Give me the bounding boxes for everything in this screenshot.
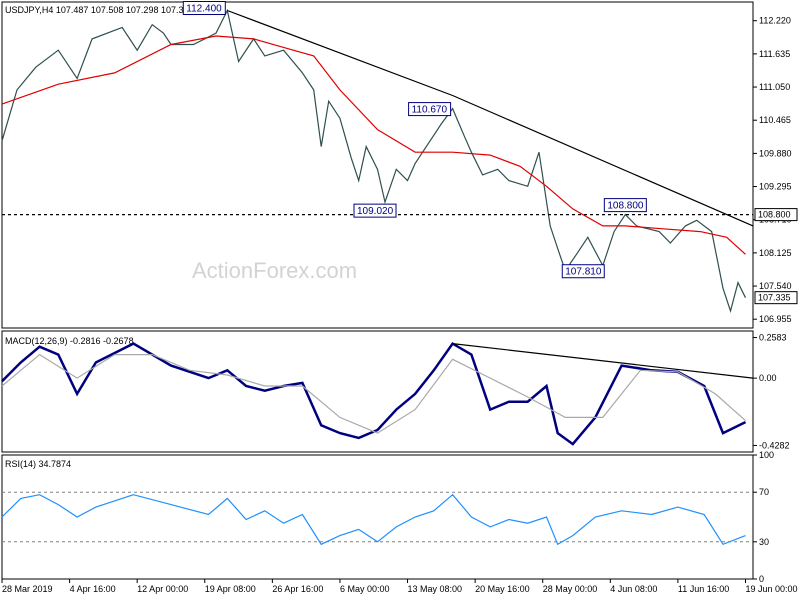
x-tick-label: 28 Mar 2019 [2, 584, 53, 594]
y-tick-label: 111.050 [759, 82, 790, 92]
price-value-tag: 107.335 [754, 291, 798, 305]
price-annotation: 110.670 [408, 102, 452, 117]
x-tick-label: 6 May 00:00 [340, 584, 390, 594]
x-tick-label: 13 May 08:00 [408, 584, 463, 594]
annotation-label: 109.020 [357, 206, 394, 217]
y-tick-label: 30 [759, 537, 769, 547]
x-tick-label: 19 Jun 00:00 [745, 584, 797, 594]
y-tick-label: 112.220 [759, 16, 791, 26]
rsi-panel-title: RSI(14) 34.7874 [5, 459, 71, 469]
price-value-tag: 108.800 [754, 208, 798, 222]
price-annotation: 108.800 [603, 198, 647, 213]
price-tag-label: 107.335 [758, 293, 791, 303]
chart-background [0, 0, 800, 600]
x-tick-label: 4 Jun 08:00 [610, 584, 657, 594]
y-tick-label: 100 [759, 450, 774, 460]
price-panel-title: USDJPY,H4 107.487 107.508 107.298 107.33… [5, 5, 194, 15]
annotation-label: 107.810 [565, 267, 602, 278]
y-tick-label: 106.955 [759, 314, 792, 324]
y-tick-label: 110.465 [759, 115, 791, 125]
x-tick-label: 28 May 00:00 [543, 584, 598, 594]
price-annotation: 109.020 [353, 203, 397, 218]
x-tick-label: 4 Apr 16:00 [70, 584, 116, 594]
y-tick-label: 0 [759, 574, 764, 584]
annotation-label: 112.400 [186, 4, 222, 15]
x-tick-label: 19 Apr 08:00 [205, 584, 256, 594]
watermark: ActionForex.com [192, 258, 357, 283]
y-tick-label: 0.00 [759, 373, 777, 383]
x-tick-label: 11 Jun 16:00 [678, 584, 729, 594]
y-tick-label: -0.4282 [759, 440, 790, 450]
x-tick-label: 20 May 16:00 [475, 584, 530, 594]
y-tick-label: 109.880 [759, 148, 792, 158]
price-annotation: 112.400 [182, 1, 226, 16]
y-tick-label: 108.125 [759, 248, 792, 258]
x-tick-label: 26 Apr 16:00 [272, 584, 323, 594]
y-tick-label: 111.635 [759, 49, 790, 59]
annotation-label: 108.800 [607, 201, 644, 212]
y-tick-label: 109.295 [759, 182, 792, 192]
annotation-label: 110.670 [412, 105, 448, 116]
y-tick-label: 0.2583 [759, 333, 787, 343]
forex-chart: ActionForex.com USDJPY,H4 107.487 107.50… [0, 0, 800, 600]
x-tick-label: 12 Apr 00:00 [137, 584, 188, 594]
y-tick-label: 107.540 [759, 281, 792, 291]
macd-panel-title: MACD(12,26,9) -0.2816 -0.2678 [5, 336, 134, 346]
price-tag-label: 108.800 [758, 210, 791, 220]
price-annotation: 107.810 [561, 264, 605, 279]
y-tick-label: 70 [759, 487, 769, 497]
